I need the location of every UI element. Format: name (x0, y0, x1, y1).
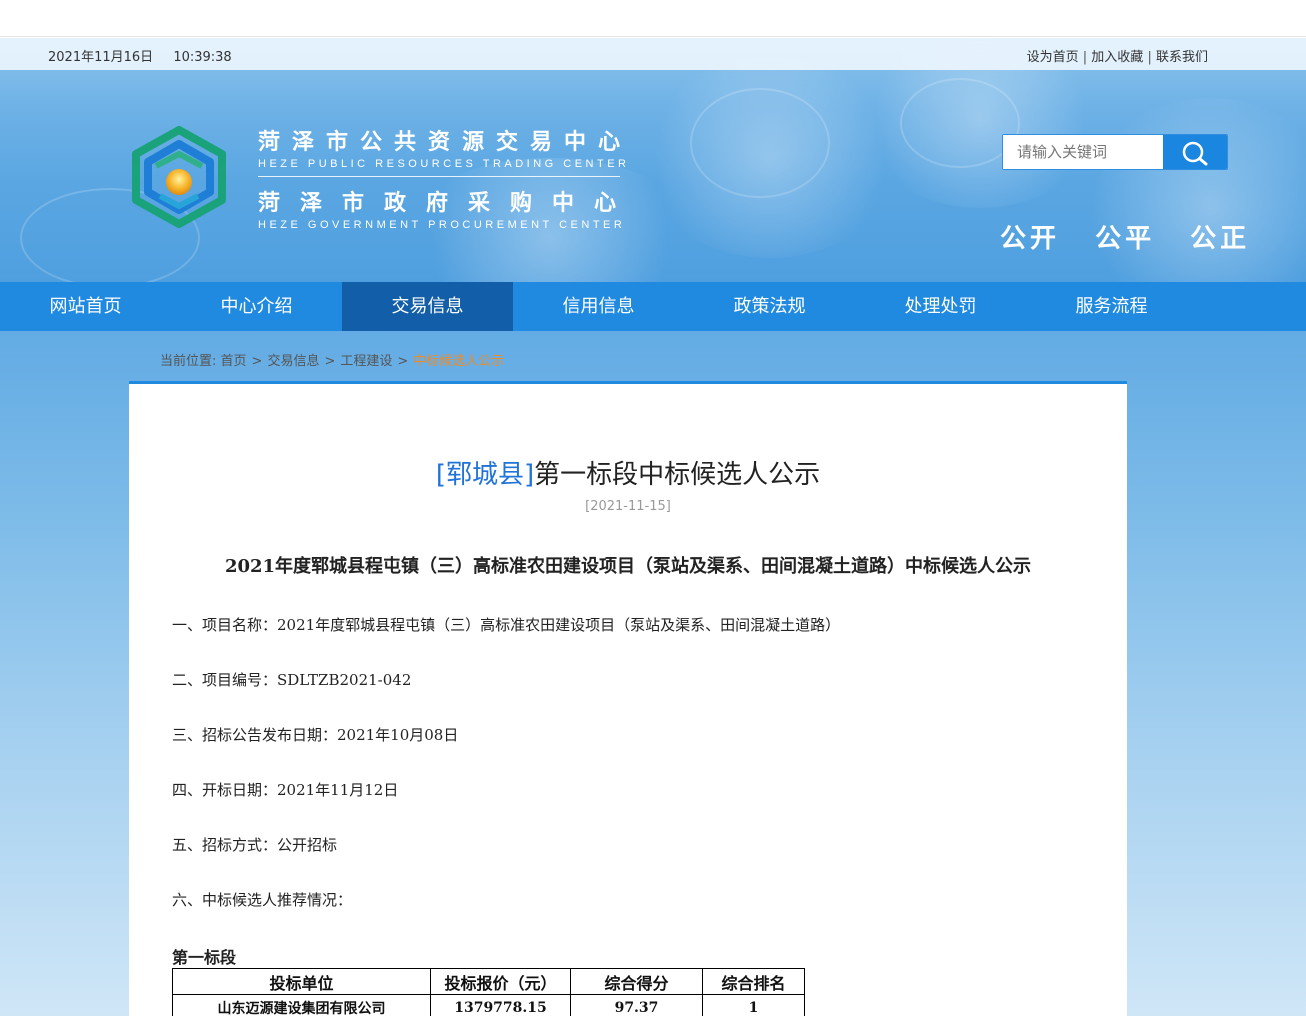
banner-petal-decoration (690, 88, 830, 198)
center-logo-icon (126, 126, 232, 228)
article-title-text: 第一标段中标候选人公示 (534, 460, 821, 490)
nav-item-credit-info[interactable]: 信用信息 (513, 282, 684, 331)
nav-item-trading-info[interactable]: 交易信息 (342, 282, 513, 331)
search-icon (1182, 141, 1208, 166)
center-name-block: 菏泽市公共资源交易中心 HEZE PUBLIC RESOURCES TRADIN… (258, 128, 637, 233)
article-date: [2021-11-15] (585, 499, 671, 514)
browser-blank-strip (0, 0, 1306, 37)
search-box (1002, 134, 1228, 170)
candidate-table: 投标单位 投标报价（元） 综合得分 综合排名 山东迈源建设集团有限公司 1379… (172, 968, 805, 1016)
set-homepage-link[interactable]: 设为首页 (1027, 50, 1079, 65)
article-region: [郓城县] (435, 460, 535, 490)
center-name-en-1: HEZE PUBLIC RESOURCES TRADING CENTER (258, 158, 630, 170)
table-cell-rank: 1 (702, 994, 805, 1016)
current-date: 2021年11月16日 (48, 50, 154, 65)
article-title: [郓城县]第一标段中标候选人公示 (129, 454, 1127, 491)
breadcrumb-current[interactable]: 中标候选人公示 (413, 354, 504, 369)
slogan-open: 公开 (1000, 224, 1061, 254)
table-header-bid-price: 投标报价（元） (430, 968, 571, 995)
breadcrumb-separator: > (397, 354, 409, 369)
table-row: 山东迈源建设集团有限公司 1379778.15 97.37 1 (172, 994, 805, 1016)
center-name-en-2: HEZE GOVERNMENT PROCUREMENT CENTER (258, 219, 626, 231)
breadcrumb-home[interactable]: 首页 (221, 354, 247, 369)
center-name-cn-1: 菏泽市公共资源交易中心 (258, 129, 633, 155)
announcement-date-line: 三、招标公告发布日期：2021年10月08日 (172, 726, 459, 744)
slogan-just: 公正 (1190, 224, 1251, 254)
candidate-recommendation-line: 六、中标候选人推荐情况： (172, 891, 353, 909)
link-separator: | (1147, 50, 1152, 65)
breadcrumb: 当前位置: 首页 > 交易信息 > 工程建设 > 中标候选人公示 (160, 350, 504, 369)
table-header-row: 投标单位 投标报价（元） 综合得分 综合排名 (172, 968, 805, 995)
main-navigation: 网站首页 中心介绍 交易信息 信用信息 政策法规 处理处罚 服务流程 (0, 282, 1306, 331)
current-datetime: 2021年11月16日 10:39:38 (48, 46, 232, 65)
nav-item-home[interactable]: 网站首页 (0, 282, 171, 331)
top-info-bar: 2021年11月16日 10:39:38 设为首页 | 加入收藏 | 联系我们 (0, 38, 1306, 70)
slogan-fair: 公平 (1095, 224, 1156, 254)
nav-item-about[interactable]: 中心介绍 (171, 282, 342, 331)
bidding-method-line: 五、招标方式：公开招标 (172, 836, 338, 854)
section-heading: 第一标段 (172, 948, 237, 967)
center-name-cn-2: 菏泽市政府采购中心 (258, 190, 637, 216)
breadcrumb-label: 当前位置: (160, 354, 217, 369)
article-subtitle: 2021年度郓城县程屯镇（三）高标准农田建设项目（泵站及渠系、田间混凝土道路）中… (224, 556, 1032, 577)
contact-us-link[interactable]: 联系我们 (1156, 50, 1208, 65)
search-button[interactable] (1163, 135, 1227, 169)
link-separator: | (1082, 50, 1088, 65)
add-favorite-link[interactable]: 加入收藏 (1091, 50, 1143, 65)
table-header-bidder: 投标单位 (172, 968, 431, 995)
project-number-line: 二、项目编号：SDLTZB2021-042 (172, 671, 412, 689)
table-header-rank: 综合排名 (702, 968, 805, 995)
slogan: 公开 公平 公正 (1000, 218, 1250, 255)
table-cell-bid-price: 1379778.15 (430, 994, 571, 1016)
center-name-divider (258, 176, 620, 177)
nav-item-penalty[interactable]: 处理处罚 (855, 282, 1026, 331)
nav-item-service-flow[interactable]: 服务流程 (1026, 282, 1197, 331)
current-time: 10:39:38 (173, 50, 232, 65)
header-banner: 2021年11月16日 10:39:38 设为首页 | 加入收藏 | 联系我们 (0, 38, 1306, 282)
table-cell-bidder: 山东迈源建设集团有限公司 (172, 994, 431, 1016)
breadcrumb-construction[interactable]: 工程建设 (340, 354, 392, 369)
table-cell-score: 97.37 (570, 994, 703, 1016)
nav-item-policy[interactable]: 政策法规 (684, 282, 855, 331)
article-panel: [郓城县]第一标段中标候选人公示 [2021-11-15] 2021年度郓城县程… (129, 381, 1127, 1016)
project-name-line: 一、项目名称：2021年度郓城县程屯镇（三）高标准农田建设项目（泵站及渠系、田间… (172, 616, 841, 634)
table-header-score: 综合得分 (570, 968, 703, 995)
breadcrumb-separator: > (251, 354, 263, 369)
breadcrumb-trading-info[interactable]: 交易信息 (267, 354, 319, 369)
search-input[interactable] (1003, 135, 1165, 169)
breadcrumb-separator: > (324, 354, 336, 369)
top-links: 设为首页 | 加入收藏 | 联系我们 (1027, 46, 1208, 65)
opening-date-line: 四、开标日期：2021年11月12日 (172, 781, 399, 799)
